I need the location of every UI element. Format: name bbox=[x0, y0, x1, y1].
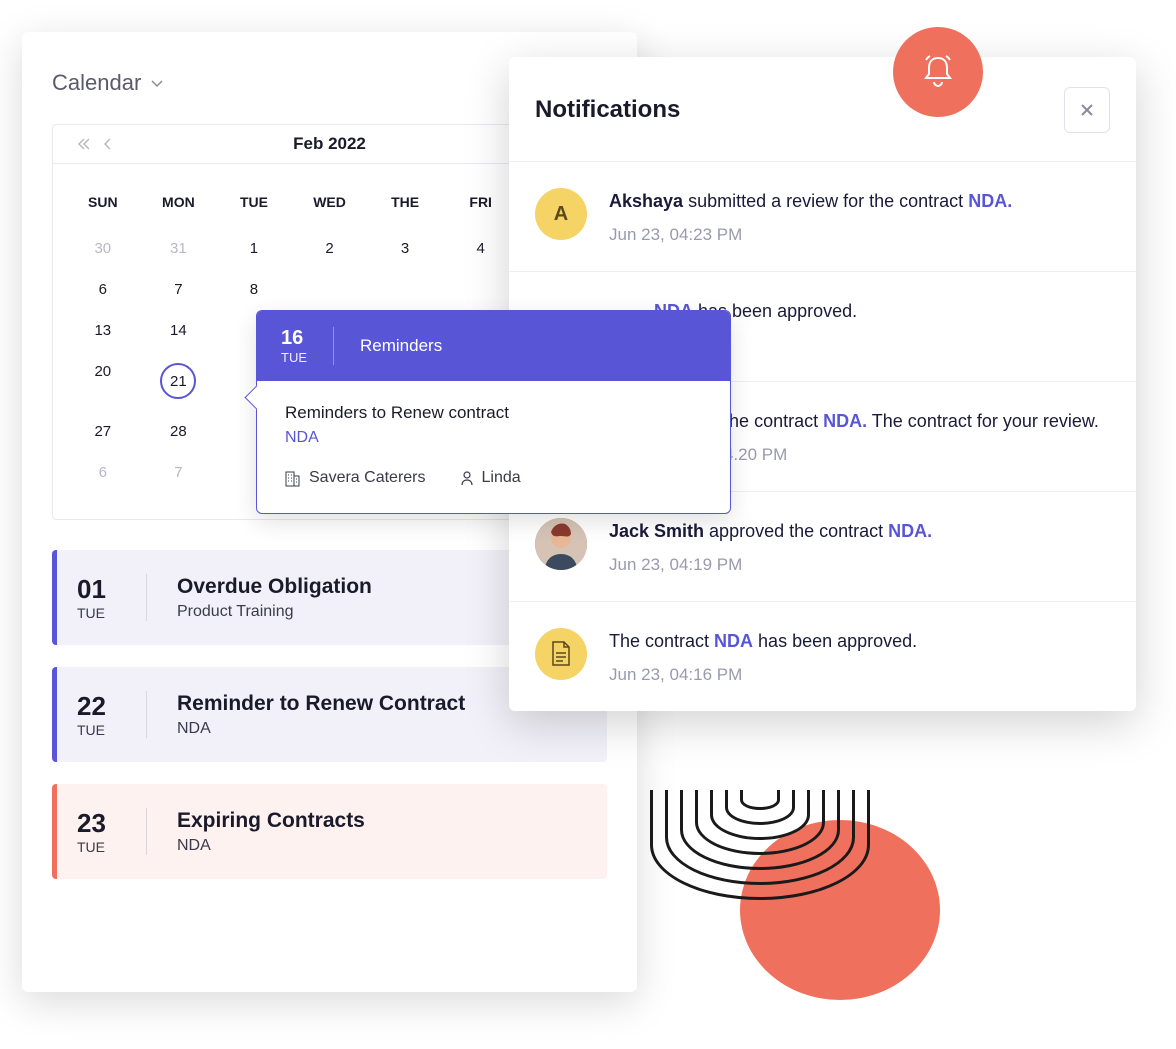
calendar-day-cell[interactable]: 7 bbox=[141, 269, 217, 310]
prev-month-button[interactable] bbox=[97, 137, 119, 151]
avatar bbox=[535, 518, 587, 570]
reminder-popover: 16 TUE Reminders Reminders to Renew cont… bbox=[256, 310, 731, 514]
event-title: Expiring Contracts bbox=[177, 809, 365, 833]
popover-company: Savera Caterers bbox=[285, 469, 426, 487]
building-icon bbox=[285, 469, 301, 487]
notification-text: The contract NDA has been approved. bbox=[609, 628, 1110, 655]
calendar-day-cell[interactable]: 7 bbox=[141, 452, 217, 493]
calendar-day-cell[interactable]: 20 bbox=[65, 351, 141, 411]
chevron-down-icon bbox=[149, 75, 165, 91]
popover-owner: Linda bbox=[460, 469, 521, 487]
contract-link[interactable]: NDA. bbox=[823, 411, 867, 431]
popover-date-num: 16 bbox=[281, 327, 307, 350]
calendar-day-cell[interactable]: 30 bbox=[65, 228, 141, 269]
calendar-day-cell bbox=[443, 269, 519, 310]
calendar-day-cell bbox=[367, 269, 443, 310]
calendar-day-cell[interactable]: 31 bbox=[141, 228, 217, 269]
calendar-day-cell[interactable]: 4 bbox=[443, 228, 519, 269]
contract-link[interactable]: NDA. bbox=[968, 191, 1012, 211]
event-date-dow: TUE bbox=[77, 605, 118, 621]
popover-contract-link[interactable]: NDA bbox=[285, 429, 702, 447]
decorative-background bbox=[620, 790, 900, 990]
prev-month-fast-button[interactable] bbox=[71, 137, 97, 151]
calendar-dow-header: WED bbox=[292, 182, 368, 228]
calendar-day-cell[interactable]: 21 bbox=[141, 351, 217, 411]
event-subtitle: NDA bbox=[177, 720, 465, 738]
calendar-day-cell bbox=[292, 269, 368, 310]
person-icon bbox=[460, 470, 474, 486]
event-date-dow: TUE bbox=[77, 839, 118, 855]
calendar-dow-header: SUN bbox=[65, 182, 141, 228]
calendar-dow-header: TUE bbox=[216, 182, 292, 228]
popover-label: Reminders bbox=[360, 336, 442, 356]
event-title: Overdue Obligation bbox=[177, 575, 372, 599]
contract-link[interactable]: NDA bbox=[714, 631, 753, 651]
notification-text: Jack Smith approved the contract NDA. bbox=[609, 518, 1110, 545]
calendar-day-cell[interactable]: 14 bbox=[141, 310, 217, 351]
close-icon bbox=[1078, 101, 1096, 119]
avatar: A bbox=[535, 188, 587, 240]
calendar-day-cell[interactable]: 28 bbox=[141, 411, 217, 452]
calendar-day-cell[interactable]: 13 bbox=[65, 310, 141, 351]
notification-item[interactable]: A Akshaya submitted a review for the cont… bbox=[509, 161, 1136, 271]
calendar-dow-header: THE bbox=[367, 182, 443, 228]
calendar-day-cell[interactable]: 1 bbox=[216, 228, 292, 269]
calendar-dow-header: MON bbox=[141, 182, 217, 228]
notification-time: Jun 23, 04:19 PM bbox=[609, 555, 1110, 575]
close-button[interactable] bbox=[1064, 87, 1110, 133]
event-title: Reminder to Renew Contract bbox=[177, 692, 465, 716]
contract-link[interactable]: NDA. bbox=[888, 521, 932, 541]
event-subtitle: Product Training bbox=[177, 603, 372, 621]
event-date-dow: TUE bbox=[77, 722, 118, 738]
event-date-num: 23 bbox=[77, 808, 118, 839]
calendar-day-cell[interactable]: 27 bbox=[65, 411, 141, 452]
calendar-month-label: Feb 2022 bbox=[293, 134, 366, 154]
calendar-day-cell[interactable]: 6 bbox=[65, 269, 141, 310]
event-date-num: 01 bbox=[77, 574, 118, 605]
event-subtitle: NDA bbox=[177, 837, 365, 855]
event-date-num: 22 bbox=[77, 691, 118, 722]
calendar-day-cell[interactable]: 8 bbox=[216, 269, 292, 310]
notification-text: Akshaya submitted a review for the contr… bbox=[609, 188, 1110, 215]
notification-time: Jun 23, 04:23 PM bbox=[609, 225, 1110, 245]
calendar-title: Calendar bbox=[52, 70, 141, 96]
calendar-dow-header: FRI bbox=[443, 182, 519, 228]
popover-date-dow: TUE bbox=[281, 350, 307, 365]
avatar bbox=[535, 628, 587, 680]
event-item[interactable]: 23 TUE Expiring Contracts NDA bbox=[52, 784, 607, 879]
notification-time: Jun 23, 04:16 PM bbox=[609, 665, 1110, 685]
calendar-day-cell[interactable]: 2 bbox=[292, 228, 368, 269]
calendar-day-cell[interactable]: 3 bbox=[367, 228, 443, 269]
calendar-day-cell[interactable]: 6 bbox=[65, 452, 141, 493]
popover-header: 16 TUE Reminders bbox=[257, 311, 730, 381]
popover-title: Reminders to Renew contract bbox=[285, 403, 702, 423]
notification-item[interactable]: The contract NDA has been approved. Jun 2… bbox=[509, 601, 1136, 711]
notifications-title: Notifications bbox=[535, 96, 680, 124]
document-icon bbox=[550, 641, 572, 667]
